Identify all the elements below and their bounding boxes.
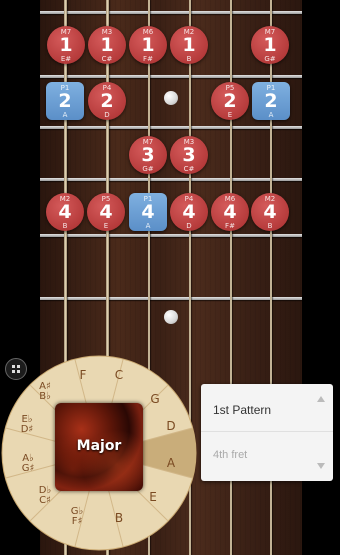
key-wheel[interactable]: F C G D A E B G♭ F♯ D♭ C♯ A♭ G♯ E♭ D♯ A♯… bbox=[0, 354, 198, 552]
picker-divider bbox=[201, 431, 333, 432]
note-finger: 4 bbox=[223, 201, 237, 223]
note-name: E bbox=[227, 111, 233, 119]
key-option[interactable]: D bbox=[164, 420, 178, 432]
note-name: C# bbox=[183, 165, 195, 173]
fret-inlay-dot bbox=[164, 91, 178, 105]
note-finger: 2 bbox=[264, 90, 278, 112]
note-finger: 3 bbox=[182, 144, 196, 166]
note-marker[interactable]: M6 4 F# bbox=[211, 193, 249, 231]
note-marker[interactable]: P4 2 D bbox=[88, 82, 126, 120]
note-name: B bbox=[62, 222, 68, 230]
key-option[interactable]: C bbox=[112, 369, 126, 381]
note-name: A bbox=[62, 111, 68, 119]
key-option[interactable]: E bbox=[146, 491, 160, 503]
note-name: E# bbox=[60, 55, 72, 63]
root-note-marker[interactable]: P1 2 A bbox=[46, 82, 84, 120]
root-note-marker[interactable]: P1 4 A bbox=[129, 193, 167, 231]
note-name: F# bbox=[143, 55, 153, 63]
fret-wire bbox=[40, 11, 302, 14]
note-finger: 2 bbox=[100, 90, 114, 112]
pattern-option[interactable]: 1st Pattern bbox=[213, 403, 271, 417]
key-option[interactable]: A♯ B♭ bbox=[36, 382, 54, 402]
key-option-selected[interactable]: A bbox=[164, 457, 178, 469]
note-marker[interactable]: M7 1 E# bbox=[47, 26, 85, 64]
root-note-marker[interactable]: P1 2 A bbox=[252, 82, 290, 120]
note-name: C# bbox=[101, 55, 113, 63]
fret-wire bbox=[40, 75, 302, 78]
note-name: G# bbox=[142, 165, 154, 173]
note-name: G# bbox=[264, 55, 276, 63]
scale-selector[interactable]: Major bbox=[55, 403, 143, 491]
note-finger: 4 bbox=[263, 201, 277, 223]
fret-option[interactable]: 4th fret bbox=[213, 449, 247, 461]
note-finger: 1 bbox=[59, 34, 73, 56]
note-name: E bbox=[103, 222, 109, 230]
guitar-scale-app: M7 1 E# M3 1 C# M6 1 F# M2 1 B M7 1 G# P… bbox=[0, 0, 340, 555]
fret-wire bbox=[40, 234, 302, 237]
note-marker[interactable]: M2 4 B bbox=[46, 193, 84, 231]
note-marker[interactable]: M3 3 C# bbox=[170, 136, 208, 174]
note-name: D bbox=[104, 111, 110, 119]
note-name: A bbox=[268, 111, 274, 119]
note-finger: 4 bbox=[58, 201, 72, 223]
note-name: B bbox=[267, 222, 273, 230]
pattern-picker[interactable]: 1st Pattern 4th fret bbox=[201, 384, 333, 481]
chevron-down-icon[interactable] bbox=[317, 463, 325, 469]
key-option[interactable]: G♭ F♯ bbox=[66, 507, 88, 527]
note-finger: 2 bbox=[58, 90, 72, 112]
note-marker[interactable]: M3 1 C# bbox=[88, 26, 126, 64]
note-marker[interactable]: M6 1 F# bbox=[129, 26, 167, 64]
note-marker[interactable]: M7 1 G# bbox=[251, 26, 289, 64]
note-finger: 1 bbox=[100, 34, 114, 56]
note-marker[interactable]: M7 3 G# bbox=[129, 136, 167, 174]
note-finger: 1 bbox=[141, 34, 155, 56]
key-option[interactable]: B bbox=[112, 512, 126, 524]
note-finger: 2 bbox=[223, 90, 237, 112]
fret-wire bbox=[40, 297, 302, 300]
key-option[interactable]: F bbox=[76, 369, 90, 381]
scale-label: Major bbox=[76, 438, 122, 454]
fret-wire bbox=[40, 178, 302, 181]
fret-inlay-dot bbox=[164, 310, 178, 324]
chevron-up-icon[interactable] bbox=[317, 396, 325, 402]
note-name: F# bbox=[225, 222, 235, 230]
note-marker[interactable]: P5 4 E bbox=[87, 193, 125, 231]
note-finger: 4 bbox=[141, 201, 155, 223]
key-option[interactable]: G bbox=[148, 393, 162, 405]
note-finger: 3 bbox=[141, 144, 155, 166]
note-marker[interactable]: M2 1 B bbox=[170, 26, 208, 64]
note-finger: 4 bbox=[99, 201, 113, 223]
note-finger: 1 bbox=[182, 34, 196, 56]
fret-wire bbox=[40, 126, 302, 129]
note-name: D bbox=[186, 222, 192, 230]
note-name: B bbox=[186, 55, 192, 63]
note-name: A bbox=[145, 222, 151, 230]
key-option[interactable]: D♭ C♯ bbox=[36, 486, 54, 506]
note-finger: 1 bbox=[263, 34, 277, 56]
note-marker[interactable]: M2 4 B bbox=[251, 193, 289, 231]
key-option[interactable]: E♭ D♯ bbox=[18, 415, 36, 435]
note-marker[interactable]: P4 4 D bbox=[170, 193, 208, 231]
note-marker[interactable]: P5 2 E bbox=[211, 82, 249, 120]
key-option[interactable]: A♭ G♯ bbox=[19, 454, 37, 474]
note-finger: 4 bbox=[182, 201, 196, 223]
